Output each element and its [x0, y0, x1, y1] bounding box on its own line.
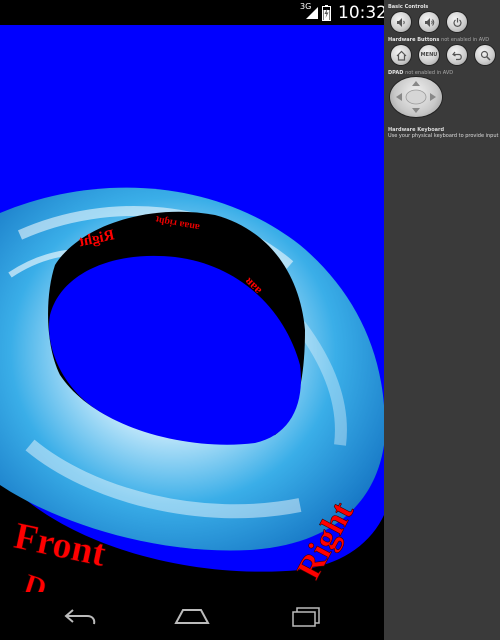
dpad-up-button[interactable]	[408, 77, 424, 89]
hardware-back-button[interactable]	[447, 45, 467, 65]
volume-down-button[interactable]	[391, 12, 411, 32]
volume-up-button[interactable]	[419, 12, 439, 32]
hardware-buttons-note: not enabled in AVD	[441, 37, 490, 43]
opengl-view[interactable]: Right ʇɥɓᴉɹ ɐɐuɐ ᴚɐɐ Front Right D	[0, 25, 384, 592]
power-icon	[452, 17, 462, 27]
recents-icon	[292, 607, 320, 627]
home-button[interactable]	[167, 600, 217, 632]
hardware-search-button[interactable]	[475, 45, 495, 65]
hardware-buttons-label: Hardware Buttons	[388, 37, 440, 43]
dpad-note: not enabled in AVD	[405, 70, 454, 76]
signal-icon	[305, 0, 319, 25]
recents-button[interactable]	[281, 600, 331, 632]
dpad-center-button[interactable]	[406, 90, 426, 104]
status-bar: 3G 10:32	[0, 0, 384, 25]
dpad-left-button[interactable]	[390, 89, 406, 105]
hardware-home-button[interactable]	[391, 45, 411, 65]
navigation-bar	[0, 592, 384, 640]
dpad[interactable]	[390, 77, 442, 117]
hardware-menu-button[interactable]: MENU	[419, 45, 439, 65]
back-icon	[64, 609, 96, 625]
dpad-title: DPAD not enabled in AVD	[388, 70, 453, 76]
dpad-down-button[interactable]	[408, 105, 424, 117]
clock: 10:32	[338, 2, 384, 23]
emulator-screen: 3G 10:32 Right ʇɥɓᴉɹ ɐɐuɐ ᴚɐɐ Front Righ…	[0, 0, 384, 640]
menu-button-label: MENU	[420, 52, 438, 58]
torus-scene: Right ʇɥɓᴉɹ ɐɐuɐ ᴚɐɐ Front Right D	[0, 187, 384, 592]
battery-icon	[322, 0, 331, 25]
basic-controls-title: Basic Controls	[388, 4, 429, 10]
hardware-keyboard-note: Use your physical keyboard to provide in…	[388, 133, 499, 139]
power-button[interactable]	[447, 12, 467, 32]
hardware-keyboard-section: Hardware Keyboard Use your physical keyb…	[388, 127, 498, 139]
dpad-right-button[interactable]	[426, 89, 442, 105]
volume-down-icon	[396, 17, 405, 27]
back-icon	[451, 51, 462, 60]
emulator-controls-panel: Basic Controls Hardware Buttons not enab…	[384, 0, 500, 640]
back-button[interactable]	[55, 600, 105, 632]
search-icon	[480, 50, 491, 61]
dpad-label: DPAD	[388, 70, 404, 76]
home-icon	[396, 50, 406, 61]
volume-up-icon	[424, 17, 434, 27]
hardware-buttons-title: Hardware Buttons not enabled in AVD	[388, 37, 489, 43]
home-icon	[174, 609, 210, 624]
